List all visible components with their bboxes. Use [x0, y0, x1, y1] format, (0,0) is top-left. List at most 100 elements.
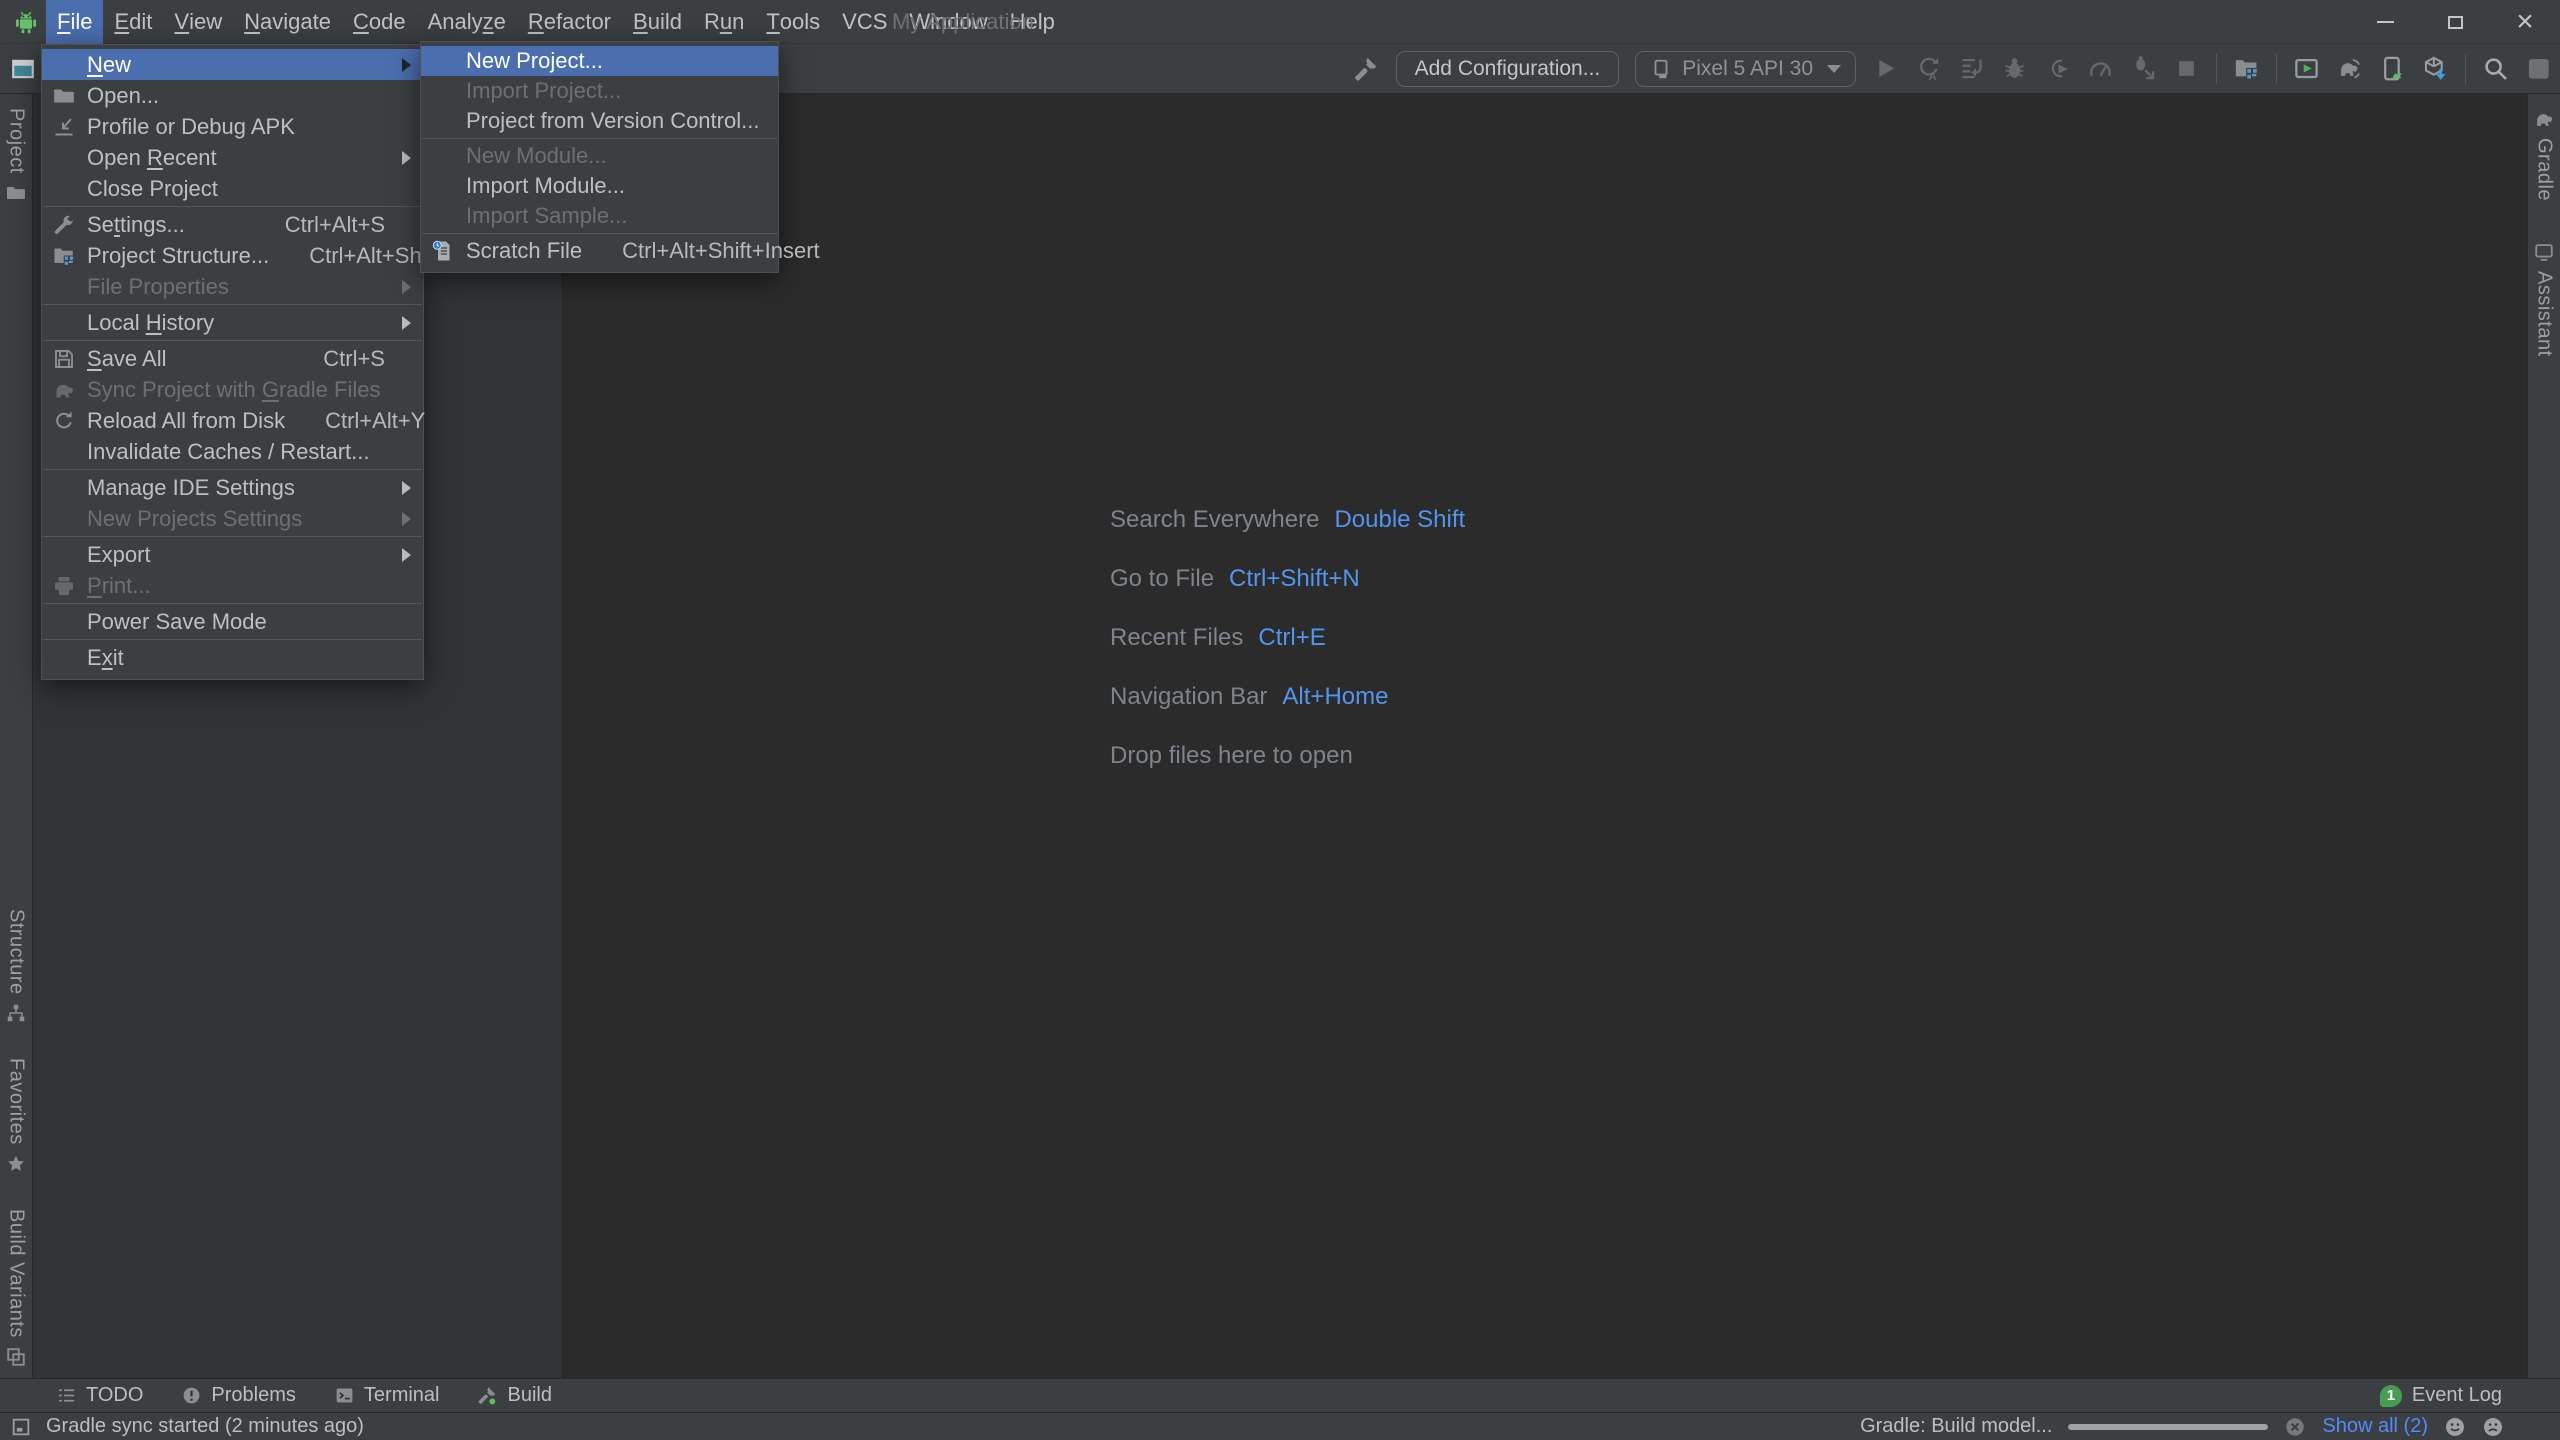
happy-feedback-icon[interactable]	[2444, 1416, 2466, 1438]
menubar-item-refactor[interactable]: Refactor	[517, 0, 622, 44]
menu-item-label: Exit	[87, 645, 124, 671]
submenu-arrow	[399, 481, 411, 495]
run-icon[interactable]	[1872, 55, 1899, 82]
menu-item-scratch-file[interactable]: Scratch FileCtrl+Alt+Shift+Insert	[421, 236, 778, 266]
menubar-item-navigate[interactable]: Navigate	[233, 0, 342, 44]
stop-icon[interactable]	[2173, 55, 2200, 82]
device-manager-icon[interactable]	[2379, 55, 2406, 82]
close-button[interactable]: ×	[2490, 0, 2560, 44]
menu-item-project-structure[interactable]: Project Structure...Ctrl+Alt+Shift+S	[42, 240, 423, 271]
apply-code-changes-icon[interactable]	[2044, 55, 2071, 82]
menu-item-new-project[interactable]: New Project...	[421, 46, 778, 76]
menu-item-exit[interactable]: Exit	[42, 642, 423, 673]
menu-item-profile-or-debug-apk[interactable]: Profile or Debug APK	[42, 111, 423, 142]
search-everywhere-icon[interactable]	[2482, 55, 2509, 82]
menu-item-save-all[interactable]: Save AllCtrl+S	[42, 343, 423, 374]
menu-separator	[43, 340, 422, 341]
attach-debugger-icon[interactable]	[2130, 55, 2157, 82]
star-icon	[5, 1153, 27, 1175]
menu-item-open[interactable]: Open...	[42, 80, 423, 111]
folder-icon	[52, 84, 78, 108]
run-with-coverage-icon[interactable]	[1958, 55, 1985, 82]
shortcut-tip-row: Navigation BarAlt+Home	[1110, 667, 1465, 726]
profile-icon[interactable]	[2087, 55, 2114, 82]
assistant-icon	[2533, 241, 2555, 263]
shortcut-tip-row: Recent FilesCtrl+E	[1110, 608, 1465, 667]
gradle-sync-icon[interactable]	[2336, 55, 2363, 82]
menubar-item-vcs[interactable]: VCS	[831, 0, 898, 44]
menu-item-label: Import Sample...	[466, 203, 627, 229]
sad-feedback-icon[interactable]	[2482, 1416, 2504, 1438]
menu-item-power-save-mode[interactable]: Power Save Mode	[42, 606, 423, 637]
structure-icon	[5, 1002, 27, 1024]
toolwindow-button-todo[interactable]: TODO	[56, 1384, 143, 1407]
toolwindow-button-terminal[interactable]: Terminal	[334, 1384, 440, 1407]
event-log-button[interactable]: 1 Event Log	[2380, 1379, 2502, 1412]
menu-item-local-history[interactable]: Local History	[42, 307, 423, 338]
build-hammer-icon[interactable]	[1353, 55, 1380, 82]
menubar-item-run[interactable]: Run	[693, 0, 755, 44]
menu-item-label: New	[87, 52, 131, 78]
tool-stripe-button-structure[interactable]: Structure	[5, 909, 28, 1025]
sdk-manager-icon[interactable]	[2422, 55, 2449, 82]
menubar-item-analyze[interactable]: Analyze	[417, 0, 517, 44]
apply-changes-restart-icon[interactable]: A	[1915, 55, 1942, 82]
device-selector[interactable]: Pixel 5 API 30	[1635, 51, 1856, 87]
menu-item-new-module: New Module...	[421, 141, 778, 171]
status-message-area: Gradle sync started (2 minutes ago)	[0, 1415, 364, 1438]
menu-item-invalidate-caches-restart[interactable]: Invalidate Caches / Restart...	[42, 436, 423, 467]
tool-stripe-label: Project	[5, 108, 28, 174]
minimize-button[interactable]	[2350, 0, 2420, 44]
tool-window-icon[interactable]	[10, 56, 36, 82]
menu-icon-spacer	[52, 311, 78, 335]
menu-item-import-module[interactable]: Import Module...	[421, 171, 778, 201]
menu-icon-spacer	[52, 646, 78, 670]
menubar-item-view[interactable]: View	[163, 0, 233, 44]
project-structure-icon	[52, 244, 78, 268]
menubar-item-tools[interactable]: Tools	[755, 0, 831, 44]
menu-item-manage-ide-settings[interactable]: Manage IDE Settings	[42, 472, 423, 503]
toolwindow-button-problems[interactable]: Problems	[181, 1384, 295, 1407]
tool-stripe-button-project[interactable]: Project	[5, 108, 28, 204]
menu-item-label: Open Recent	[87, 145, 217, 171]
menu-item-settings[interactable]: Settings...Ctrl+Alt+S	[42, 209, 423, 240]
window-play-icon[interactable]	[2293, 55, 2320, 82]
menu-item-new[interactable]: New	[42, 49, 423, 80]
toolwindow-label: Problems	[211, 1384, 295, 1407]
tool-stripe-button-assistant[interactable]: Assistant	[2533, 241, 2556, 357]
menubar-item-build[interactable]: Build	[622, 0, 693, 44]
debug-icon[interactable]	[2001, 55, 2028, 82]
menu-separator	[43, 206, 422, 207]
show-all-link[interactable]: Show all (2)	[2322, 1415, 2428, 1438]
menubar-item-code[interactable]: Code	[342, 0, 417, 44]
menu-item-close-project[interactable]: Close Project	[42, 173, 423, 204]
menu-item-sync-project-with-gradle-files: Sync Project with Gradle Files	[42, 374, 423, 405]
gray-square-icon[interactable]	[2525, 55, 2552, 82]
menu-item-reload-all-from-disk[interactable]: Reload All from DiskCtrl+Alt+Y	[42, 405, 423, 436]
tool-stripe-button-gradle[interactable]: Gradle	[2533, 108, 2556, 201]
add-configuration-button[interactable]: Add Configuration...	[1396, 51, 1620, 87]
menubar-item-file[interactable]: File	[46, 0, 103, 44]
menu-item-label: Project Structure...	[87, 243, 269, 269]
tool-stripe-button-build-variants[interactable]: Build Variants	[5, 1209, 28, 1368]
menu-item-shortcut: Ctrl+Alt+Shift+Insert	[582, 238, 819, 264]
svg-text:A: A	[1929, 71, 1937, 82]
tool-stripe-button-favorites[interactable]: Favorites	[5, 1058, 28, 1175]
tip-shortcut: Double Shift	[1334, 506, 1465, 534]
window-controls: ×	[2350, 0, 2560, 44]
menu-icon-spacer	[52, 610, 78, 634]
menu-item-file-properties: File Properties	[42, 271, 423, 302]
menu-item-export[interactable]: Export	[42, 539, 423, 570]
project-structure-icon[interactable]	[2233, 55, 2260, 82]
menu-item-label: Import Module...	[466, 173, 625, 199]
menu-item-label: Reload All from Disk	[87, 408, 285, 434]
cancel-icon[interactable]	[2284, 1416, 2306, 1438]
menu-item-project-from-version-control[interactable]: Project from Version Control...	[421, 106, 778, 136]
toolwindow-button-build[interactable]: Build	[477, 1384, 551, 1407]
submenu-arrow-icon	[402, 280, 411, 294]
menubar-item-edit[interactable]: Edit	[103, 0, 163, 44]
toggle-toolwindows-icon[interactable]	[10, 1416, 32, 1438]
menu-item-open-recent[interactable]: Open Recent	[42, 142, 423, 173]
maximize-button[interactable]	[2420, 0, 2490, 44]
tool-stripe-label: Gradle	[2533, 138, 2556, 201]
